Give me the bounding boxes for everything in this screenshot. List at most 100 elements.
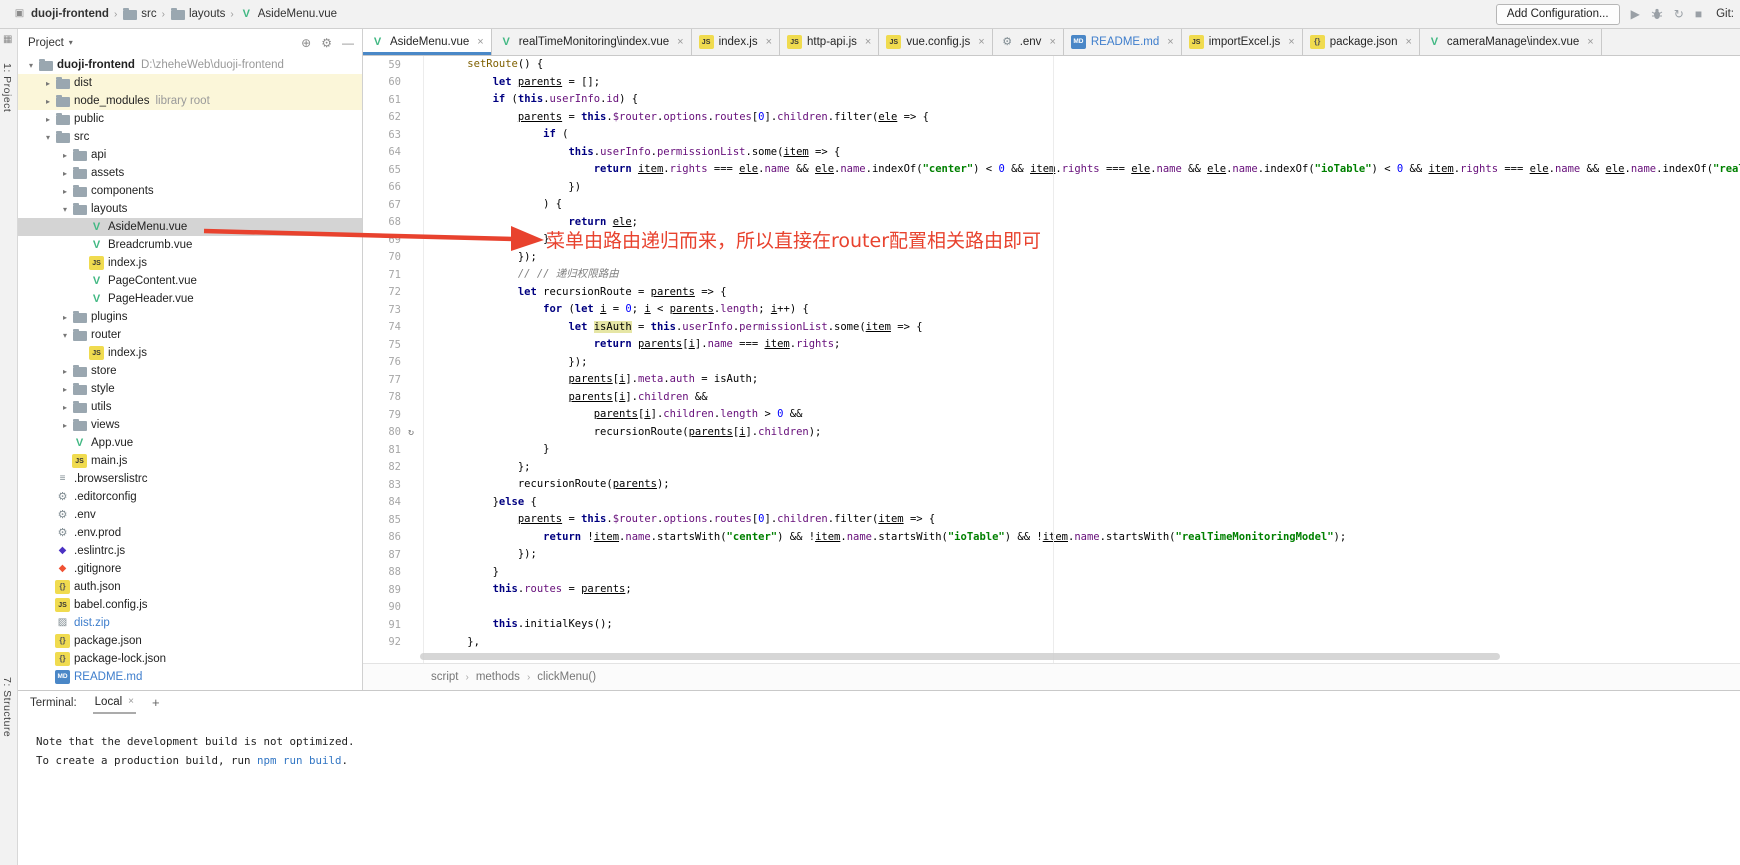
tree-item-public[interactable]: ▸public [18, 110, 362, 128]
run-icon[interactable]: ▶ [1631, 8, 1640, 20]
tab-close-icon[interactable]: × [477, 36, 483, 48]
tab-importExcel.js[interactable]: JSimportExcel.js× [1182, 29, 1303, 55]
tree-item-views[interactable]: ▸views [18, 416, 362, 434]
stop-icon[interactable]: ■ [1695, 8, 1702, 20]
editor-breadcrumb-item-script[interactable]: script [431, 671, 458, 683]
tab-.env[interactable]: ⚙.env× [993, 29, 1064, 55]
tree-item-index.js[interactable]: JSindex.js [18, 344, 362, 362]
tab-close-icon[interactable]: × [677, 36, 683, 48]
chevron-expanded-icon[interactable]: ▾ [58, 205, 72, 214]
tab-package.json[interactable]: {}package.json× [1303, 29, 1420, 55]
tree-item-assets[interactable]: ▸assets [18, 164, 362, 182]
chevron-expanded-icon[interactable]: ▾ [24, 61, 38, 70]
editor-breadcrumb-item-clickMenu()[interactable]: clickMenu() [537, 671, 596, 683]
chevron-collapsed-icon[interactable]: ▸ [41, 79, 55, 88]
editor-hscrollbar[interactable] [420, 653, 1500, 660]
code-area[interactable]: setRoute() { let parents = []; if (this.… [424, 56, 1740, 663]
chevron-collapsed-icon[interactable]: ▸ [41, 115, 55, 124]
tree-item-.editorconfig[interactable]: ⚙.editorconfig [18, 488, 362, 506]
chevron-collapsed-icon[interactable]: ▸ [41, 97, 55, 106]
tab-close-icon[interactable]: × [978, 36, 984, 48]
terminal-add-tab-button[interactable]: + [152, 695, 160, 710]
tab-close-icon[interactable]: × [1405, 36, 1411, 48]
tab-AsideMenu.vue[interactable]: VAsideMenu.vue× [363, 29, 492, 55]
tab-index.js[interactable]: JSindex.js× [692, 29, 780, 55]
tree-item-README.md[interactable]: MDREADME.md [18, 668, 362, 686]
toolwindow-structure-button[interactable]: 7: Structure [1, 677, 13, 737]
chevron-collapsed-icon[interactable]: ▸ [58, 403, 72, 412]
breadcrumb-item-AsideMenu.vue[interactable]: VAsideMenu.vue [237, 7, 339, 21]
tab-close-icon[interactable]: × [1587, 36, 1593, 48]
chevron-collapsed-icon[interactable]: ▸ [58, 313, 72, 322]
tree-item-dist[interactable]: ▸dist [18, 74, 362, 92]
editor-body[interactable]: 5960616263646566676869707172737475767778… [363, 56, 1740, 663]
vue-file-icon: V [89, 220, 104, 234]
tree-item-package-lock.json[interactable]: {}package-lock.json [18, 650, 362, 668]
tree-item-dist.zip[interactable]: ▨dist.zip [18, 614, 362, 632]
tree-item-.env.prod[interactable]: ⚙.env.prod [18, 524, 362, 542]
tab-cameraManage\index.vue[interactable]: VcameraManage\index.vue× [1420, 29, 1602, 55]
chevron-collapsed-icon[interactable]: ▸ [58, 169, 72, 178]
git-label[interactable]: Git: [1716, 8, 1734, 20]
tab-realTimeMonitoring\index.vue[interactable]: VrealTimeMonitoring\index.vue× [492, 29, 692, 55]
chevron-collapsed-icon[interactable]: ▸ [58, 385, 72, 394]
tree-item-utils[interactable]: ▸utils [18, 398, 362, 416]
tree-item-package.json[interactable]: {}package.json [18, 632, 362, 650]
tree-item-.gitignore[interactable]: ◆.gitignore [18, 560, 362, 578]
terminal-output[interactable]: Note that the development build is not o… [18, 714, 1740, 770]
breadcrumb-item-duoji-frontend[interactable]: ▣duoji-frontend [10, 7, 111, 21]
chevron-expanded-icon[interactable]: ▾ [41, 133, 55, 142]
tree-item-router[interactable]: ▾router [18, 326, 362, 344]
tree-item-.browserslistrc[interactable]: ≡.browserslistrc [18, 470, 362, 488]
tab-close-icon[interactable]: × [766, 36, 772, 48]
tab-vue.config.js[interactable]: JSvue.config.js× [879, 29, 992, 55]
add-configuration-button[interactable]: Add Configuration... [1496, 4, 1620, 25]
chevron-collapsed-icon[interactable]: ▸ [58, 367, 72, 376]
tab-close-icon[interactable]: × [1049, 36, 1055, 48]
chevron-collapsed-icon[interactable]: ▸ [58, 187, 72, 196]
breadcrumb-item-layouts[interactable]: layouts [168, 8, 227, 20]
tree-item-main.js[interactable]: JSmain.js [18, 452, 362, 470]
tool-windows-icon[interactable]: ▦ [3, 34, 12, 45]
chevron-collapsed-icon[interactable]: ▸ [58, 421, 72, 430]
terminal-tab-local[interactable]: Local × [93, 691, 136, 714]
hide-panel-icon[interactable]: — [342, 36, 354, 50]
panel-settings-icon[interactable]: ⚙ [321, 36, 332, 50]
tree-item-node_modules[interactable]: ▸node_moduleslibrary root [18, 92, 362, 110]
chevron-collapsed-icon[interactable]: ▸ [58, 151, 72, 160]
tree-item-.eslintrc.js[interactable]: ◆.eslintrc.js [18, 542, 362, 560]
tab-README.md[interactable]: MDREADME.md× [1064, 29, 1182, 55]
tab-http-api.js[interactable]: JShttp-api.js× [780, 29, 879, 55]
debug-icon[interactable] [1651, 8, 1663, 20]
breadcrumb-item-src[interactable]: src [120, 8, 158, 20]
tree-item-style[interactable]: ▸style [18, 380, 362, 398]
tree-item-PageContent.vue[interactable]: VPageContent.vue [18, 272, 362, 290]
update-project-icon[interactable]: ↻ [1674, 8, 1684, 20]
tab-close-icon[interactable]: × [865, 36, 871, 48]
toolwindow-project-button[interactable]: 1: Project [1, 63, 13, 112]
tree-item-api[interactable]: ▸api [18, 146, 362, 164]
tab-close-icon[interactable]: × [1167, 36, 1173, 48]
tree-item-Breadcrumb.vue[interactable]: VBreadcrumb.vue [18, 236, 362, 254]
tree-item-store[interactable]: ▸store [18, 362, 362, 380]
tree-item-index.js[interactable]: JSindex.js [18, 254, 362, 272]
tree-item-src[interactable]: ▾src [18, 128, 362, 146]
tree-item-auth.json[interactable]: {}auth.json [18, 578, 362, 596]
locate-file-icon[interactable]: ⊕ [301, 36, 311, 50]
project-dropdown-icon[interactable]: ▾ [69, 38, 73, 47]
tree-item-.env[interactable]: ⚙.env [18, 506, 362, 524]
tree-item-plugins[interactable]: ▸plugins [18, 308, 362, 326]
tree-item-babel.config.js[interactable]: JSbabel.config.js [18, 596, 362, 614]
chevron-expanded-icon[interactable]: ▾ [58, 331, 72, 340]
tree-item-AsideMenu.vue[interactable]: VAsideMenu.vue [18, 218, 362, 236]
terminal-tab-close-icon[interactable]: × [128, 696, 134, 707]
editor-breadcrumb-item-methods[interactable]: methods [476, 671, 520, 683]
tree-item-App.vue[interactable]: VApp.vue [18, 434, 362, 452]
tree-item-PageHeader.vue[interactable]: VPageHeader.vue [18, 290, 362, 308]
tree-item-layouts[interactable]: ▾layouts [18, 200, 362, 218]
tab-close-icon[interactable]: × [1288, 36, 1294, 48]
project-panel-title[interactable]: Project [28, 37, 64, 49]
tree-item-components[interactable]: ▸components [18, 182, 362, 200]
tree-item-duoji-frontend[interactable]: ▾duoji-frontendD:\zheheWeb\duoji-fronten… [18, 56, 362, 74]
recursive-call-icon[interactable]: ↻ [401, 427, 421, 438]
